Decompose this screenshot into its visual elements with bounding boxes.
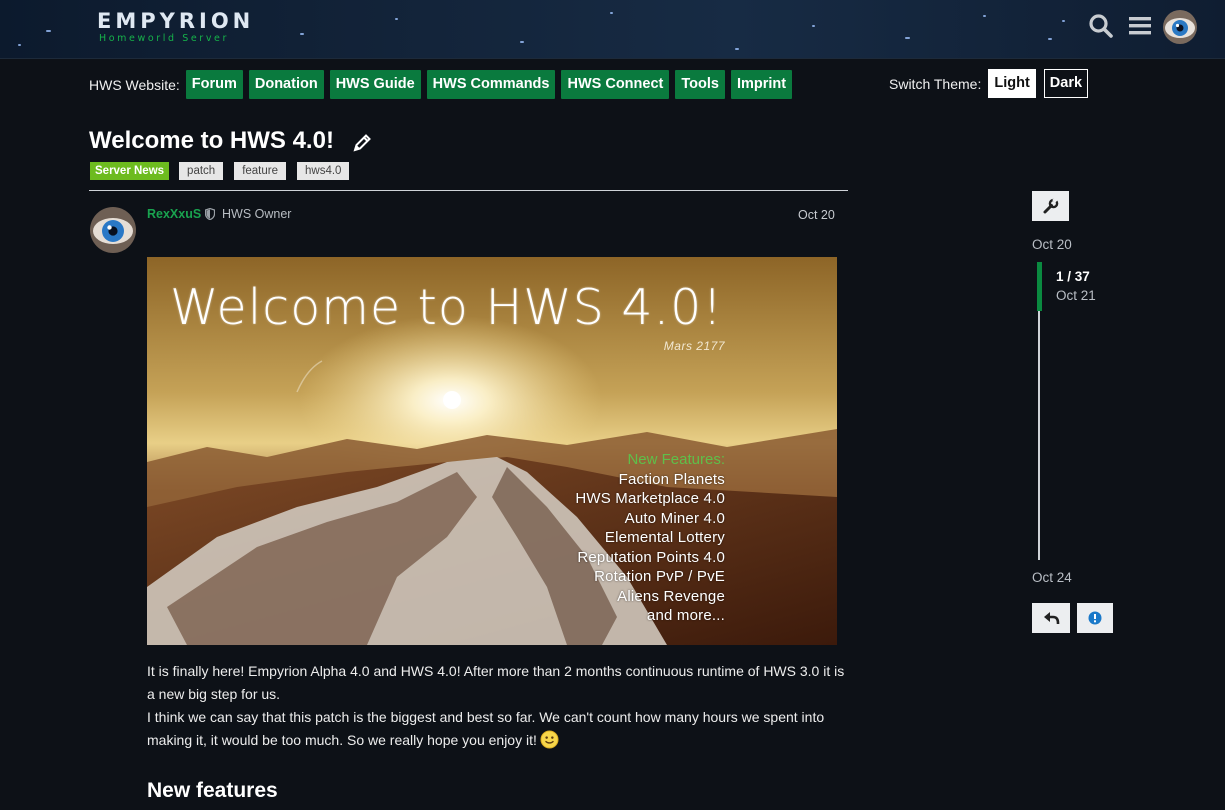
tag-feature[interactable]: feature: [234, 162, 286, 180]
website-nav: HWS Website: Forum Donation HWS Guide HW…: [89, 70, 798, 99]
edit-pencil-icon[interactable]: [351, 132, 373, 154]
hamburger-menu-icon[interactable]: [1127, 12, 1155, 40]
topic-title: Welcome to HWS 4.0!: [89, 127, 334, 154]
nav-link-donation[interactable]: Donation: [248, 70, 324, 99]
timeline-end-date[interactable]: Oct 24: [1032, 570, 1072, 585]
nav-link-tools[interactable]: Tools: [675, 70, 725, 99]
banner-feature-item: Elemental Lottery: [604, 529, 725, 546]
topic-tags: Server News patch feature hws4.0: [90, 162, 360, 180]
site-logo[interactable]: EMPYRION Homeworld Server: [97, 10, 254, 44]
nav-link-forum[interactable]: Forum: [185, 70, 243, 99]
banner-feature-list: New Features: Faction Planets HWS Market…: [575, 450, 725, 626]
banner-feature-item: HWS Marketplace 4.0: [575, 490, 725, 507]
search-icon[interactable]: [1087, 12, 1115, 40]
shield-icon: [205, 208, 215, 220]
banner-subtitle: Mars 2177: [663, 339, 725, 353]
timeline-start-date[interactable]: Oct 20: [1032, 237, 1072, 252]
timeline-position: 1 / 37: [1056, 269, 1090, 284]
post-paragraph-1: It is finally here! Empyrion Alpha 4.0 a…: [147, 663, 845, 702]
post-date[interactable]: Oct 20: [798, 208, 835, 222]
logo-text: EMPYRION: [97, 9, 255, 33]
tag-patch[interactable]: patch: [179, 162, 224, 180]
banner-feature-item: Faction Planets: [618, 470, 725, 488]
nav-link-imprint[interactable]: Imprint: [730, 70, 793, 99]
banner-features-heading: New Features:: [627, 451, 725, 468]
nav-link-hws-commands[interactable]: HWS Commands: [426, 70, 556, 99]
post-paragraph-2-text: I think we can say that this patch is th…: [147, 709, 825, 748]
post-banner-image[interactable]: Welcome to HWS 4.0! Mars 2177 New Featur…: [147, 257, 837, 645]
nav-link-hws-guide[interactable]: HWS Guide: [329, 70, 421, 99]
theme-light-button[interactable]: Light: [988, 69, 1036, 98]
title-divider: [89, 190, 848, 191]
notification-info-button[interactable]: [1077, 603, 1113, 633]
site-header: EMPYRION Homeworld Server: [0, 0, 1225, 59]
timeline-scroll-handle[interactable]: [1037, 262, 1042, 311]
banner-title: Welcome to HWS 4.0!: [169, 279, 723, 336]
logo-subtext: Homeworld Server: [99, 33, 229, 44]
reply-icon: [1044, 612, 1060, 624]
post-user-title: HWS Owner: [222, 207, 292, 221]
banner-feature-item: Auto Miner 4.0: [624, 509, 725, 527]
theme-switcher: Switch Theme: Light Dark: [889, 69, 1089, 98]
category-badge[interactable]: Server News: [90, 162, 170, 180]
post-paragraph-2: I think we can say that this patch is th…: [147, 706, 847, 752]
timeline-position-date: Oct 21: [1056, 288, 1096, 303]
banner-feature-item: Reputation Points 4.0: [577, 548, 725, 566]
banner-feature-item: and more...: [646, 607, 725, 624]
wrench-icon: [1043, 197, 1059, 214]
website-nav-label: HWS Website:: [89, 76, 180, 93]
theme-switcher-label: Switch Theme:: [889, 75, 982, 92]
tag-hws40[interactable]: hws4.0: [297, 162, 350, 180]
post-username[interactable]: RexXxuS: [147, 207, 201, 221]
reply-button[interactable]: [1032, 603, 1070, 633]
nav-link-hws-connect[interactable]: HWS Connect: [561, 70, 670, 99]
banner-feature-item: Aliens Revenge: [617, 587, 725, 605]
admin-wrench-button[interactable]: [1032, 191, 1069, 221]
post-author-avatar[interactable]: [90, 207, 136, 253]
banner-feature-item: Rotation PvP / PvE: [594, 568, 725, 585]
smiley-emoji-icon: [540, 730, 559, 749]
theme-dark-button[interactable]: Dark: [1043, 69, 1089, 98]
section-heading-new-features: New features: [147, 779, 278, 802]
exclamation-circle-icon: [1088, 611, 1102, 625]
user-avatar[interactable]: [1163, 10, 1197, 44]
post-body: It is finally here! Empyrion Alpha 4.0 a…: [147, 660, 847, 752]
